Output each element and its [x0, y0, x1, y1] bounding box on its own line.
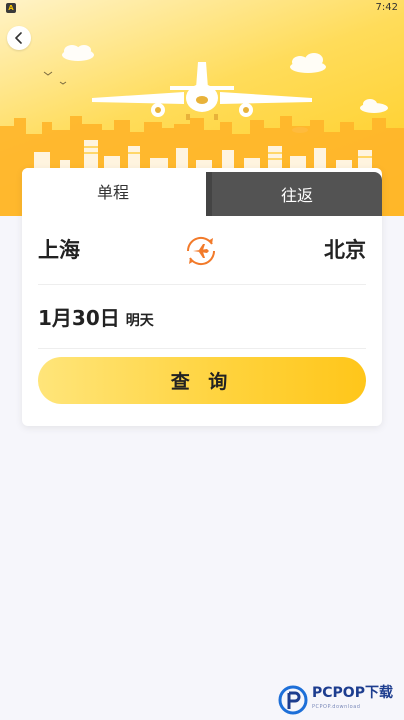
arrival-city[interactable]: 北京: [324, 234, 366, 264]
divider: [38, 284, 366, 285]
tab-round-trip[interactable]: 往返: [206, 172, 382, 216]
watermark-brand: PCPOP下载: [312, 685, 393, 701]
status-time: 7:42: [375, 2, 398, 13]
watermark-text: PCPOP下载 PCPOP.download: [312, 686, 393, 714]
chevron-left-icon: [15, 32, 22, 44]
watermark: PCPOP下载 PCPOP.download: [278, 682, 402, 718]
date-relative-label: 明天: [125, 313, 154, 329]
watermark-tagline: PCPOP.download: [312, 704, 361, 710]
departure-date[interactable]: 1月30日 明天: [38, 302, 154, 331]
pcpop-logo: [278, 685, 308, 715]
flight-search-card: 单程 往返 上海 北京 1月30日 明天 查 询: [22, 168, 382, 426]
tab-one-way[interactable]: 单程: [22, 168, 204, 214]
divider: [38, 348, 366, 349]
status-bar: A 7:42: [0, 0, 404, 16]
back-button[interactable]: [7, 26, 31, 50]
date-value: 1月30日: [38, 306, 120, 330]
departure-city[interactable]: 上海: [38, 234, 80, 264]
plane-swap-icon[interactable]: [182, 232, 220, 270]
app-notification-icon: A: [6, 3, 16, 13]
search-button[interactable]: 查 询: [38, 357, 366, 404]
